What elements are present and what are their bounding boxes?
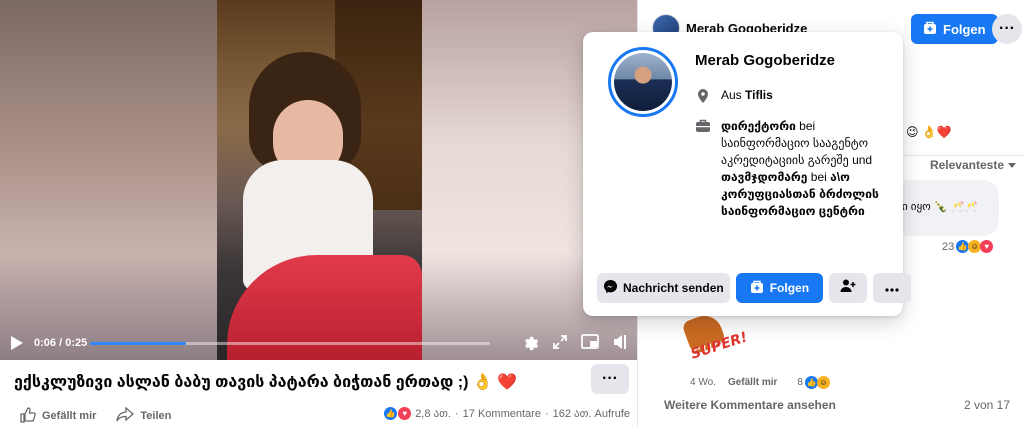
comment-pager: 2 von 17 bbox=[963, 398, 1010, 412]
caret-down-icon bbox=[1008, 158, 1016, 172]
post-more-button[interactable]: ··· bbox=[591, 364, 629, 394]
comment-sort-dropdown[interactable]: Relevanteste bbox=[930, 158, 1016, 172]
thumbs-up-icon bbox=[20, 406, 36, 426]
comment-like-link[interactable]: Gefällt mir bbox=[728, 377, 777, 388]
card-work: დირექტორი bei საინფორმაციო სააგენტო აკრე… bbox=[695, 118, 895, 220]
views-count: 162 ათ. Aufrufe bbox=[552, 408, 630, 420]
share-label: Teilen bbox=[140, 410, 172, 422]
duration: 0:25 bbox=[65, 337, 88, 349]
card-buttons: Nachricht senden Folgen bbox=[597, 273, 912, 303]
post-title-row: ექსკლუზივი ასლან ბაბუ თავის პატარა ბიჭთა… bbox=[14, 364, 629, 396]
sort-label: Relevanteste bbox=[929, 158, 1004, 172]
video-time: 0:06 / 0:25 bbox=[34, 337, 87, 349]
send-message-label: Nachricht senden bbox=[623, 281, 724, 295]
like-reaction-icon: 👍 bbox=[384, 407, 398, 420]
video-blur-left bbox=[0, 0, 217, 360]
share-button[interactable]: Teilen bbox=[116, 406, 172, 426]
comment-reactions[interactable]: 23 👍 ☺ ♥ bbox=[942, 240, 994, 253]
video-progress-bar[interactable] bbox=[90, 342, 490, 345]
card-avatar[interactable] bbox=[608, 47, 678, 117]
post-action-row: Gefällt mir Teilen 👍 ♥ 2,8 ათ. · 17 Komm… bbox=[20, 406, 630, 426]
view-more-comments-link[interactable]: Weitere Kommentare ansehen bbox=[664, 398, 836, 412]
comment-meta: 4 Wo. Gefällt mir 8 👍 ☺ bbox=[690, 376, 830, 389]
share-arrow-icon bbox=[116, 406, 135, 426]
video-player[interactable]: 0:06 / 0:25 bbox=[0, 0, 637, 360]
card-location: Aus Tiflis bbox=[695, 88, 773, 104]
post-title: ექსკლუზივი ასლან ბაბუ თავის პატარა ბიჭთა… bbox=[14, 374, 518, 391]
add-friend-button[interactable] bbox=[829, 273, 868, 303]
settings-gear-icon[interactable] bbox=[521, 333, 539, 351]
profile-hover-card: Merab Gogoberidze Aus Tiflis დირექტორი b… bbox=[583, 32, 912, 316]
love-reaction-icon: ♥ bbox=[398, 407, 412, 420]
briefcase-icon bbox=[695, 118, 711, 134]
time-separator: / bbox=[56, 337, 66, 349]
card-profile-name[interactable]: Merab Gogoberidze bbox=[695, 52, 835, 69]
card-location-link[interactable]: Tiflis bbox=[745, 88, 773, 102]
expand-icon[interactable] bbox=[551, 333, 569, 351]
card-more-button[interactable] bbox=[873, 273, 912, 303]
author-more-button[interactable]: ··· bbox=[992, 14, 1022, 44]
comment-time[interactable]: 4 Wo. bbox=[690, 377, 716, 388]
picture-in-picture-icon[interactable] bbox=[581, 333, 599, 351]
facebook-video-page: 0:06 / 0:25 ექსკლუზივი ასლან ბაბუ თავის … bbox=[0, 0, 1024, 426]
comments-count[interactable]: 17 Kommentare bbox=[463, 408, 541, 420]
post-stats: 👍 ♥ 2,8 ათ. · 17 Kommentare · 162 ათ. Au… bbox=[384, 407, 630, 420]
like-label: Gefällt mir bbox=[42, 410, 97, 422]
video-controls: 0:06 / 0:25 bbox=[0, 326, 637, 360]
comment-meta-reactions[interactable]: 8 👍 ☺ bbox=[797, 376, 830, 389]
follow-plus-icon bbox=[923, 21, 937, 38]
like-button[interactable]: Gefällt mir bbox=[20, 406, 97, 426]
volume-icon[interactable] bbox=[611, 333, 629, 351]
video-progress-fill bbox=[90, 342, 186, 345]
love-reaction-icon: ♥ bbox=[980, 240, 994, 253]
follow-button[interactable]: Folgen bbox=[911, 14, 998, 44]
follow-label: Folgen bbox=[943, 21, 986, 37]
card-follow-button[interactable]: Folgen bbox=[735, 273, 824, 303]
more-dots-icon bbox=[885, 279, 899, 297]
card-job-role1[interactable]: დირექტორი bbox=[721, 119, 796, 133]
reactions-count[interactable]: 2,8 ათ. bbox=[415, 407, 451, 420]
add-friend-icon bbox=[840, 278, 856, 299]
video-frame bbox=[217, 0, 422, 360]
comment-bubble: ი იყო 🍾 🥂🥂 bbox=[894, 180, 999, 236]
messenger-icon bbox=[603, 279, 618, 297]
send-message-button[interactable]: Nachricht senden bbox=[597, 273, 730, 303]
follow-plus-icon bbox=[750, 280, 764, 297]
location-pin-icon bbox=[695, 88, 711, 104]
play-icon[interactable] bbox=[10, 335, 24, 351]
current-time: 0:06 bbox=[34, 337, 57, 349]
super-sticker: SUPER! bbox=[681, 310, 749, 368]
haha-reaction-icon: ☺ bbox=[816, 376, 830, 389]
card-job-role2[interactable]: თავმჯდომარე bbox=[721, 170, 807, 184]
card-follow-label: Folgen bbox=[769, 281, 810, 295]
comment-emoji-line: 😉 👌❤️ bbox=[906, 125, 952, 139]
